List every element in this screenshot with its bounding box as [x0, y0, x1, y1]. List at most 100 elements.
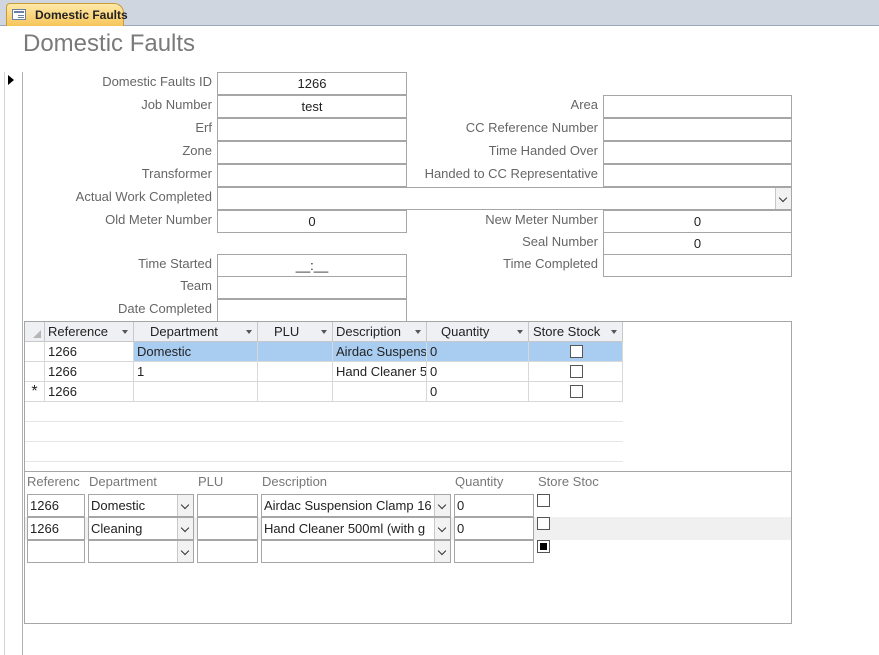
description-dropdown-button[interactable]: [434, 518, 450, 539]
label-actual-work-completed: Actual Work Completed: [75, 189, 212, 204]
department-value: Domestic: [91, 498, 146, 513]
actual-work-completed-combo[interactable]: [217, 187, 792, 210]
department-dropdown-button[interactable]: [177, 495, 193, 516]
row-selector[interactable]: [25, 342, 45, 362]
department-dropdown-button[interactable]: [177, 518, 193, 539]
description-combo[interactable]: Airdac Suspension Clamp 16: [261, 494, 451, 517]
column-header-quantity[interactable]: Quantity: [427, 322, 529, 342]
department-value: Cleaning: [91, 521, 143, 536]
sort-arrow-icon[interactable]: [517, 330, 523, 334]
cell-plu[interactable]: [258, 382, 333, 402]
cell-store-stock[interactable]: [529, 382, 623, 402]
cell-store-stock[interactable]: [529, 362, 623, 382]
department-combo[interactable]: Domestic: [88, 494, 194, 517]
label-time-started: Time Started: [138, 256, 212, 271]
record-selector-bar[interactable]: [4, 72, 23, 655]
column-header-reference[interactable]: Reference: [45, 322, 134, 342]
time-started-field[interactable]: __:__: [217, 254, 407, 277]
time-handed-over-field[interactable]: [603, 141, 792, 164]
description-dropdown-button[interactable]: [434, 495, 450, 516]
cell-quantity[interactable]: 0: [427, 382, 529, 402]
actual-work-completed-dropdown-button[interactable]: [775, 188, 791, 209]
plu-field[interactable]: [197, 517, 258, 540]
cell-plu[interactable]: [258, 342, 333, 362]
sort-arrow-icon[interactable]: [321, 330, 327, 334]
select-all-corner[interactable]: [25, 322, 45, 342]
label-zone: Zone: [182, 143, 212, 158]
erf-field[interactable]: [217, 118, 407, 141]
header-reference: Referenc: [27, 474, 80, 489]
time-completed-field[interactable]: [603, 254, 792, 277]
store-stock-checkbox[interactable]: [537, 517, 550, 530]
cell-department[interactable]: [134, 382, 258, 402]
header-plu: PLU: [198, 474, 224, 489]
cell-reference[interactable]: 1266: [45, 362, 134, 382]
store-stock-checkbox[interactable]: [570, 345, 583, 358]
empty-row: [25, 402, 623, 422]
cell-quantity[interactable]: 0: [427, 342, 529, 362]
sort-arrow-icon[interactable]: [415, 330, 421, 334]
description-combo[interactable]: Hand Cleaner 500ml (with g: [261, 517, 451, 540]
cell-quantity[interactable]: 0: [427, 362, 529, 382]
quantity-field[interactable]: [454, 540, 534, 563]
sort-arrow-icon[interactable]: [122, 330, 128, 334]
cell-reference[interactable]: 1266: [45, 382, 134, 402]
store-stock-checkbox[interactable]: [537, 540, 550, 553]
domestic-faults-id-field[interactable]: 1266: [217, 72, 407, 95]
sort-arrow-icon[interactable]: [611, 330, 617, 334]
date-completed-field[interactable]: [217, 299, 407, 322]
area-field[interactable]: [603, 95, 792, 118]
chevron-down-icon: [180, 500, 190, 510]
reference-field[interactable]: 1266: [27, 494, 85, 517]
label-transformer: Transformer: [141, 166, 212, 181]
description-combo[interactable]: [261, 540, 451, 563]
old-meter-number-field[interactable]: 0: [217, 210, 407, 233]
cell-department[interactable]: 1: [134, 362, 258, 382]
items-datasheet[interactable]: Reference Department PLU Description Qua…: [24, 321, 792, 472]
cell-store-stock[interactable]: [529, 342, 623, 362]
zone-field[interactable]: [217, 141, 407, 164]
department-dropdown-button[interactable]: [177, 541, 193, 562]
department-combo[interactable]: Cleaning: [88, 517, 194, 540]
cell-plu[interactable]: [258, 362, 333, 382]
column-header-description[interactable]: Description: [333, 322, 427, 342]
sort-arrow-icon[interactable]: [246, 330, 252, 334]
column-header-department[interactable]: Department: [134, 322, 258, 342]
store-stock-checkbox[interactable]: [570, 385, 583, 398]
cell-description[interactable]: [333, 382, 427, 402]
department-combo[interactable]: [88, 540, 194, 563]
document-tab-bar: [0, 0, 879, 26]
chevron-down-icon: [437, 500, 447, 510]
cell-department[interactable]: Domestic: [134, 342, 258, 362]
plu-field[interactable]: [197, 494, 258, 517]
quantity-field[interactable]: 0: [454, 494, 534, 517]
plu-field[interactable]: [197, 540, 258, 563]
job-number-field[interactable]: test: [217, 95, 407, 118]
column-header-store-stock[interactable]: Store Stock: [529, 322, 623, 342]
description-dropdown-button[interactable]: [434, 541, 450, 562]
header-store-stock: Store Stoc: [538, 474, 599, 489]
cell-description[interactable]: Hand Cleaner 5: [333, 362, 427, 382]
column-header-plu[interactable]: PLU: [258, 322, 333, 342]
new-meter-number-field[interactable]: 0: [603, 210, 792, 233]
quantity-field[interactable]: 0: [454, 517, 534, 540]
header-quantity: Quantity: [455, 474, 504, 489]
transformer-field[interactable]: [217, 164, 407, 187]
reference-field[interactable]: 1266: [27, 517, 85, 540]
store-stock-checkbox[interactable]: [537, 494, 550, 507]
tab-domestic-faults[interactable]: Domestic Faults: [6, 3, 128, 26]
store-stock-checkbox[interactable]: [570, 365, 583, 378]
seal-number-field[interactable]: 0: [603, 232, 792, 255]
tab-label: Domestic Faults: [35, 8, 128, 22]
label-new-meter-number: New Meter Number: [485, 212, 598, 227]
row-selector[interactable]: [25, 362, 45, 382]
label-cc-reference-number: CC Reference Number: [465, 120, 598, 135]
handed-to-cc-representative-field[interactable]: [603, 164, 792, 187]
cc-reference-number-field[interactable]: [603, 118, 792, 141]
reference-field[interactable]: [27, 540, 85, 563]
team-field[interactable]: [217, 276, 407, 299]
cell-description[interactable]: Airdac Suspens: [333, 342, 427, 362]
label-old-meter-number: Old Meter Number: [105, 212, 212, 227]
cell-reference[interactable]: 1266: [45, 342, 134, 362]
new-record-marker[interactable]: *: [25, 382, 45, 402]
